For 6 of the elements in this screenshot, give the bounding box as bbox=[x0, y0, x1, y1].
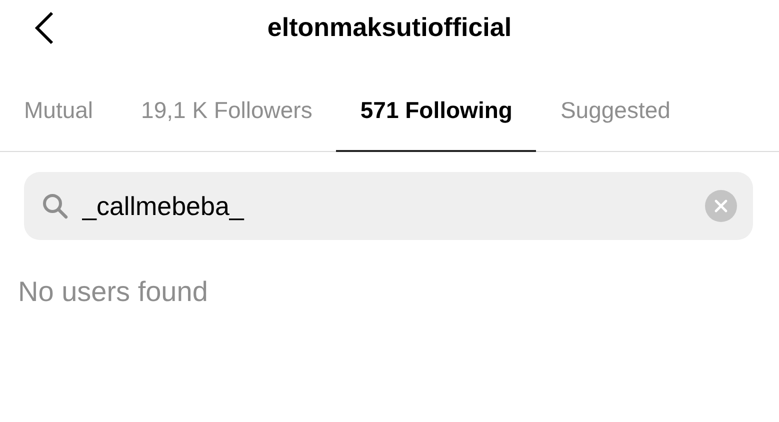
empty-message: No users found bbox=[18, 276, 209, 308]
close-icon bbox=[714, 199, 728, 213]
username-title: eltonmaksutiofficial bbox=[267, 12, 512, 42]
search-icon bbox=[42, 193, 68, 219]
back-icon bbox=[33, 11, 55, 45]
tab[interactable]: 571 Following bbox=[336, 82, 536, 152]
